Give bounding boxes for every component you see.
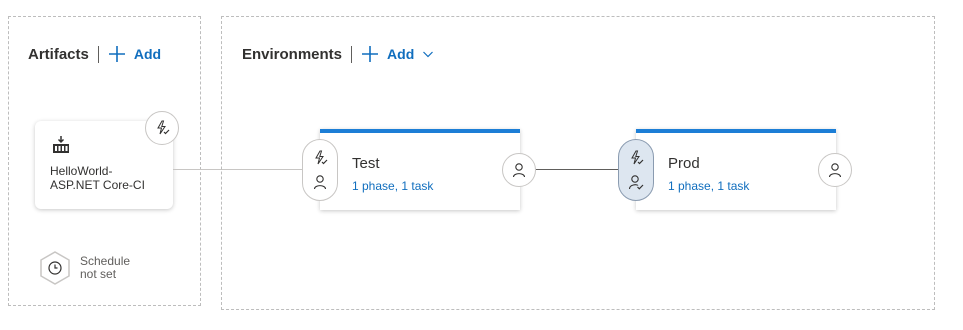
stage-name: Prod: [668, 155, 700, 172]
artifacts-header: Artifacts Add: [28, 45, 161, 63]
schedule-label: Schedule not set: [80, 255, 130, 281]
artifact-trigger-button[interactable]: [145, 111, 179, 145]
add-artifact-button[interactable]: Add: [108, 45, 161, 63]
stage-card-test[interactable]: Test 1 phase, 1 task: [320, 129, 520, 210]
environments-title: Environments: [242, 45, 343, 63]
post-deployment-conditions-prod[interactable]: [818, 153, 852, 187]
build-pipeline-icon: [53, 136, 69, 153]
plus-icon: [362, 46, 379, 62]
header-separator: [97, 45, 99, 63]
continuous-deployment-trigger-icon: [157, 120, 170, 135]
post-deployment-approvers-icon: [512, 163, 526, 178]
stage-name: Test: [352, 155, 380, 172]
schedule-trigger[interactable]: Schedule not set: [37, 250, 130, 286]
add-artifact-label: Add: [133, 46, 162, 62]
plus-icon: [108, 46, 125, 62]
stage-card-prod[interactable]: Prod 1 phase, 1 task: [636, 129, 836, 210]
chevron-down-icon: [423, 51, 434, 58]
schedule-line2: not set: [80, 267, 117, 281]
add-environment-button[interactable]: Add: [361, 45, 434, 63]
pre-deployment-conditions-prod: [618, 139, 654, 201]
stage-summary-link[interactable]: 1 phase, 1 task: [668, 179, 749, 193]
add-environment-label: Add: [387, 46, 415, 62]
stage-summary-link[interactable]: 1 phase, 1 task: [352, 179, 433, 193]
artifact-name: HelloWorld- ASP.NET Core-CI: [50, 164, 168, 192]
post-deployment-approvers-icon: [828, 163, 842, 178]
trigger-icon[interactable]: [628, 150, 644, 166]
pre-deployment-approvers-icon[interactable]: [312, 174, 328, 190]
post-deployment-conditions-test[interactable]: [502, 153, 536, 187]
environments-header: Environments Add: [242, 45, 434, 63]
text-fade: [146, 178, 168, 192]
header-separator: [351, 45, 353, 63]
pre-deployment-conditions-test: [302, 139, 338, 201]
artifact-name-line1: HelloWorld-: [50, 164, 113, 178]
test-to-prod-connector: [536, 169, 620, 170]
pre-deployment-approvers-checked-icon[interactable]: [628, 174, 644, 190]
clock-icon: [40, 251, 70, 285]
artifacts-title: Artifacts: [28, 45, 89, 63]
trigger-icon[interactable]: [312, 150, 328, 166]
